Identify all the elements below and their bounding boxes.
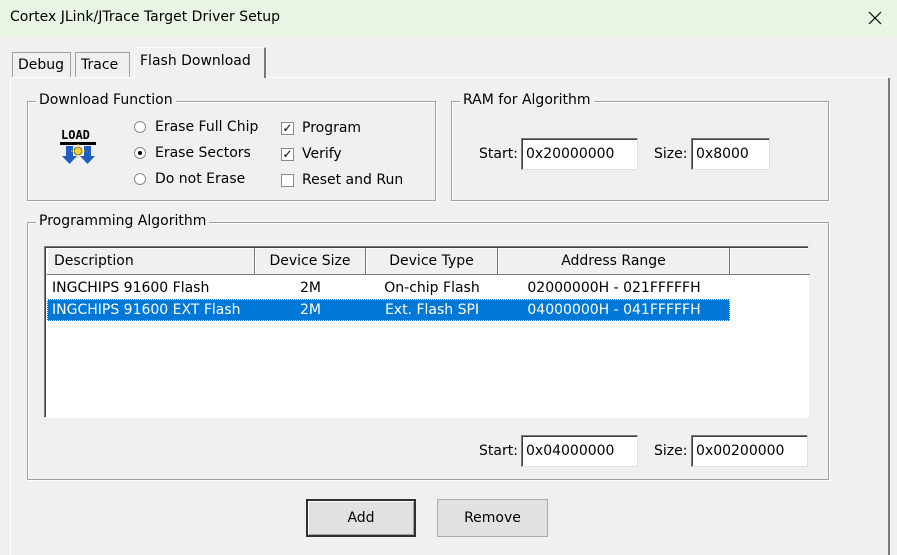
ram-for-algorithm-label: RAM for Algorithm [460,92,594,108]
row-device-size: 2M [300,302,321,318]
radio-erase-sectors[interactable]: Erase Sectors [134,145,251,161]
column-header-description[interactable]: Description [47,248,255,275]
row-device-size: 2M [300,280,321,296]
close-icon [868,11,882,25]
checkbox-program[interactable]: ✓ Program [281,120,361,136]
tab-debug[interactable]: Debug [12,52,71,78]
checkbox-program-label: Program [302,120,362,136]
row-description: INGCHIPS 91600 Flash [52,280,210,296]
column-header-device-size[interactable]: Device Size [255,248,366,275]
row-device-type: Ext. Flash SPI [384,302,480,318]
table-row[interactable]: INGCHIPS 91600 Flash 2M On-chip Flash 02… [47,277,730,299]
ram-start-input[interactable] [521,138,638,170]
tab-trace-label: Trace [81,57,119,73]
add-button[interactable]: Add [306,499,416,537]
tab-flash-download-label: Flash Download [140,53,251,69]
radio-erase-sectors-circle[interactable] [134,147,146,159]
table-row-selected[interactable]: INGCHIPS 91600 EXT Flash 2M Ext. Flash S… [47,299,730,321]
algo-size-input[interactable] [691,435,808,467]
radio-erase-full-chip-circle[interactable] [134,121,146,133]
row-description: INGCHIPS 91600 EXT Flash [52,302,241,318]
algo-start-input[interactable] [521,435,638,467]
title-bar: Cortex JLink/JTrace Target Driver Setup [0,0,897,36]
window-title: Cortex JLink/JTrace Target Driver Setup [10,9,280,25]
checkbox-program-box[interactable]: ✓ [281,121,294,135]
checkbox-verify-label: Verify [302,146,342,162]
tab-flash-download[interactable]: Flash Download [134,47,266,78]
remove-button[interactable]: Remove [437,499,548,537]
radio-do-not-erase-circle[interactable] [134,173,146,185]
ram-start-label: Start: [479,146,518,162]
load-icon: LOAD [60,128,96,164]
checkbox-verify-box[interactable]: ✓ [281,147,294,161]
radio-erase-sectors-label: Erase Sectors [155,145,251,161]
download-function-label: Download Function [36,92,176,108]
ram-size-input[interactable] [691,138,770,170]
checkbox-reset-and-run-box[interactable] [281,173,294,187]
radio-erase-full-chip[interactable]: Erase Full Chip [134,119,258,135]
checkbox-reset-and-run-label: Reset and Run [302,172,404,188]
algo-size-label: Size: [654,443,688,459]
row-address-range: 04000000H - 041FFFFFH [527,302,701,318]
column-header-device-type[interactable]: Device Type [366,248,498,275]
algorithm-list[interactable]: Description Device Size Device Type Addr… [44,246,810,418]
radio-do-not-erase-label: Do not Erase [155,171,246,187]
algorithm-list-header: Description Device Size Device Type Addr… [47,248,810,275]
row-address-range: 02000000H - 021FFFFFH [527,280,701,296]
tab-trace[interactable]: Trace [75,52,130,78]
radio-do-not-erase[interactable]: Do not Erase [134,171,245,187]
svg-text:LOAD: LOAD [61,128,90,142]
programming-algorithm-label: Programming Algorithm [36,213,210,229]
radio-erase-full-chip-label: Erase Full Chip [155,119,259,135]
checkbox-reset-and-run[interactable]: Reset and Run [281,172,403,188]
column-header-address-range[interactable]: Address Range [498,248,730,275]
checkbox-verify[interactable]: ✓ Verify [281,146,342,162]
row-device-type: On-chip Flash [384,280,480,296]
column-header-filler [730,248,810,275]
panel-top-edge [266,77,890,78]
ram-size-label: Size: [654,146,688,162]
algo-start-label: Start: [479,443,518,459]
close-button[interactable] [853,0,897,36]
tab-debug-label: Debug [18,57,65,73]
